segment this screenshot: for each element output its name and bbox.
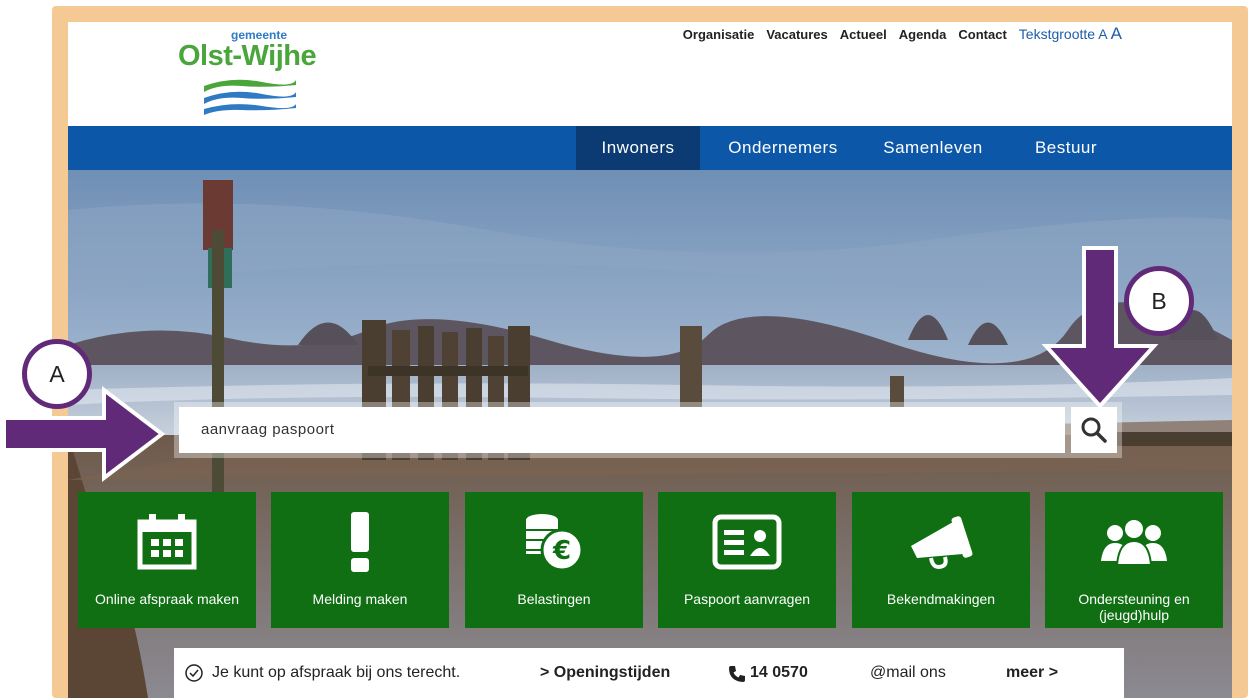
id-card-icon — [712, 514, 782, 570]
exclamation-icon — [351, 512, 369, 572]
people-group-icon — [1101, 518, 1167, 566]
nav-inwoners[interactable]: Inwoners — [576, 126, 700, 170]
info-bar: Je kunt op afspraak bij ons terecht. > O… — [174, 648, 1124, 698]
nav-ondernemers[interactable]: Ondernemers — [708, 126, 858, 170]
annotation-badge-a: A — [22, 339, 92, 409]
svg-text:€: € — [552, 536, 571, 566]
tile-label: Paspoort aanvragen — [683, 591, 811, 607]
text-size-small-button[interactable]: A — [1098, 26, 1107, 42]
tile-paspoort-aanvragen[interactable]: Paspoort aanvragen — [658, 492, 836, 628]
tile-ondersteuning[interactable]: Ondersteuning en (jeugd)hulp — [1045, 492, 1223, 628]
coins-euro-icon: € — [526, 514, 584, 572]
mail-link[interactable]: @mail ons — [870, 664, 946, 682]
appointment-text: Je kunt op afspraak bij ons terecht. — [212, 664, 461, 681]
annotation-arrow-right — [2, 385, 166, 483]
megaphone-icon — [911, 516, 973, 569]
search-button[interactable] — [1071, 407, 1117, 453]
calendar-icon — [137, 514, 197, 570]
logo-waves-icon — [204, 79, 296, 115]
tile-label: Online afspraak maken — [95, 591, 239, 607]
nav-samenleven[interactable]: Samenleven — [868, 126, 998, 170]
toplink-contact[interactable]: Contact — [958, 27, 1006, 42]
phone-number[interactable]: 14 0570 — [750, 664, 808, 682]
text-size-control: Tekstgrootte A A — [1019, 24, 1122, 44]
toplink-agenda[interactable]: Agenda — [899, 27, 947, 42]
more-link[interactable]: meer > — [1006, 664, 1058, 682]
tile-label: Bekendmakingen — [886, 591, 996, 607]
nav-bestuur[interactable]: Bestuur — [1016, 126, 1116, 170]
phone-icon — [729, 666, 745, 682]
tile-melding-maken[interactable]: Melding maken — [271, 492, 449, 628]
tile-label: Ondersteuning en (jeugd)hulp — [1078, 591, 1190, 623]
opening-hours-link[interactable]: > Openingstijden — [540, 664, 670, 682]
text-size-label: Tekstgrootte — [1018, 26, 1096, 42]
search-bar: aanvraag paspoort — [174, 402, 1122, 458]
toplink-vacatures[interactable]: Vacatures — [766, 27, 827, 42]
toplink-organisatie[interactable]: Organisatie — [683, 27, 755, 42]
logo-title: Olst-Wijhe — [178, 40, 317, 72]
search-icon — [1081, 417, 1107, 443]
tile-online-afspraak[interactable]: Online afspraak maken — [78, 492, 256, 628]
tile-label: Belastingen — [517, 591, 591, 607]
text-size-large-button[interactable]: A — [1111, 24, 1122, 43]
search-input[interactable]: aanvraag paspoort — [179, 407, 1065, 453]
annotation-badge-b: B — [1124, 266, 1194, 336]
tile-belastingen[interactable]: € Belastingen — [465, 492, 643, 628]
top-links: Organisatie Vacatures Actueel Agenda Con… — [683, 24, 1122, 44]
main-nav: Inwoners Ondernemers Samenleven Bestuur — [68, 126, 1232, 170]
check-circle-icon — [185, 664, 203, 682]
tile-bekendmakingen[interactable]: Bekendmakingen — [852, 492, 1030, 628]
toplink-actueel[interactable]: Actueel — [840, 27, 887, 42]
logo[interactable]: gemeente Olst-Wijhe — [178, 28, 338, 120]
tile-label: Melding maken — [312, 591, 408, 607]
